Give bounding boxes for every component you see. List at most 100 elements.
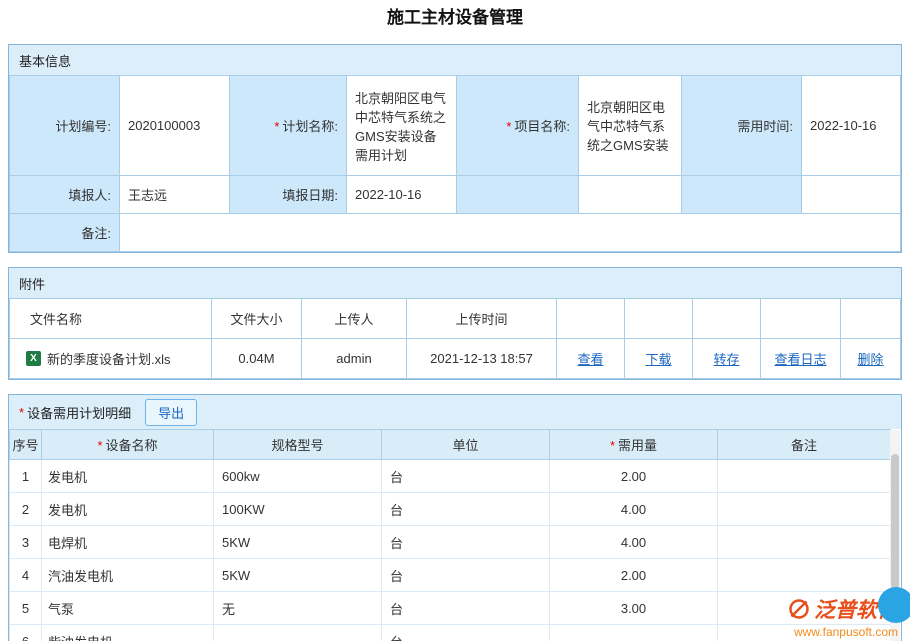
basic-info-panel: 基本信息 计划编号: 2020100003 *计划名称: 北京朝阳区电气 [8, 44, 902, 253]
plan-name-value: 北京朝阳区电气中芯特气系统之GMS安装设备需用计划 [347, 76, 457, 176]
device-row: 2 发电机 100KW 台 4.00 [10, 493, 891, 526]
device-remark [718, 460, 891, 493]
device-name: 汽油发电机 [42, 559, 214, 592]
attachments-header-row: 文件名称 文件大小 上传人 上传时间 [10, 299, 901, 339]
equipment-detail-table: 序号 *设备名称 规格型号 单位 *需用量 备注 1 发电机 600kw [9, 429, 891, 641]
device-name: 气泵 [42, 592, 214, 625]
device-unit: 台 [382, 526, 550, 559]
remark-value [120, 214, 901, 252]
project-name-label: *项目名称: [457, 76, 579, 176]
device-unit: 台 [382, 559, 550, 592]
device-remark [718, 493, 891, 526]
device-qty: 3.00 [550, 592, 718, 625]
device-unit: 台 [382, 493, 550, 526]
file-size-cell: 0.04M [212, 339, 302, 379]
device-row: 4 汽油发电机 5KW 台 2.00 [10, 559, 891, 592]
action-cell: 删除 [841, 339, 901, 379]
need-time-value: 2022-10-16 [802, 76, 901, 176]
device-model: 无 [214, 592, 382, 625]
device-unit: 台 [382, 460, 550, 493]
basic-info-section-header: 基本信息 [9, 45, 901, 75]
action-header-cell [693, 299, 761, 339]
basic-info-row-3: 备注: [10, 214, 901, 252]
required-mark: * [610, 438, 615, 453]
device-name: 发电机 [42, 460, 214, 493]
service-float-icon[interactable] [878, 587, 910, 623]
required-mark: * [19, 405, 24, 420]
file-name-header: 文件名称 [10, 299, 212, 339]
view-log-link[interactable]: 查看日志 [774, 352, 826, 367]
project-name-value: 北京朝阳区电气中芯特气系统之GMS安装 [579, 76, 682, 176]
device-model [214, 625, 382, 641]
device-row: 6 柴油发电机 台 [10, 625, 891, 641]
device-qty: 4.00 [550, 526, 718, 559]
device-name: 电焊机 [42, 526, 214, 559]
required-mark: * [274, 119, 279, 134]
unit-header: 单位 [382, 430, 550, 460]
equipment-detail-panel: * 设备需用计划明细 导出 序号 *设备名称 规格型号 单位 *需用量 [8, 394, 902, 641]
plan-no-value: 2020100003 [120, 76, 230, 176]
upload-time-header: 上传时间 [407, 299, 557, 339]
delete-link[interactable]: 删除 [857, 352, 883, 367]
model-header: 规格型号 [214, 430, 382, 460]
empty-value-cell [579, 176, 682, 214]
device-row: 1 发电机 600kw 台 2.00 [10, 460, 891, 493]
attachments-section-title: 附件 [19, 274, 45, 293]
device-row: 5 气泵 无 台 3.00 [10, 592, 891, 625]
plan-name-label: *计划名称: [230, 76, 347, 176]
device-model: 5KW [214, 526, 382, 559]
device-unit: 台 [382, 625, 550, 641]
device-remark [718, 559, 891, 592]
action-cell: 查看 [557, 339, 625, 379]
empty-label-cell [682, 176, 802, 214]
device-model: 600kw [214, 460, 382, 493]
device-unit: 台 [382, 592, 550, 625]
row-no: 4 [10, 559, 42, 592]
attachment-row: X 新的季度设备计划.xls 0.04M admin 2021-12-13 18… [10, 339, 901, 379]
basic-info-row-1: 计划编号: 2020100003 *计划名称: 北京朝阳区电气中芯特气系统之GM… [10, 76, 901, 176]
save-as-link[interactable]: 转存 [713, 352, 739, 367]
uploader-header: 上传人 [302, 299, 407, 339]
action-header-cell [557, 299, 625, 339]
required-mark: * [506, 119, 511, 134]
basic-info-row-2: 填报人: 王志远 填报日期: 2022-10-16 [10, 176, 901, 214]
device-name-header: *设备名称 [42, 430, 214, 460]
fanpu-logo-icon [788, 598, 810, 620]
device-qty [550, 625, 718, 641]
report-date-label: 填报日期: [230, 176, 347, 214]
attachments-table: 文件名称 文件大小 上传人 上传时间 X 新的季度设备计划.xls [9, 298, 901, 379]
action-header-cell [841, 299, 901, 339]
brand-watermark: 泛普软件 www.fanpusoft.com [788, 594, 898, 639]
need-time-label: 需用时间: [682, 76, 802, 176]
device-name: 柴油发电机 [42, 625, 214, 641]
qty-header: *需用量 [550, 430, 718, 460]
action-header-cell [625, 299, 693, 339]
device-qty: 4.00 [550, 493, 718, 526]
action-cell: 转存 [693, 339, 761, 379]
download-link[interactable]: 下载 [645, 352, 671, 367]
export-button[interactable]: 导出 [145, 399, 197, 426]
row-no: 5 [10, 592, 42, 625]
empty-value-cell [802, 176, 901, 214]
action-cell: 下载 [625, 339, 693, 379]
remark-label: 备注: [10, 214, 120, 252]
basic-info-section-title: 基本信息 [19, 51, 71, 70]
device-model: 5KW [214, 559, 382, 592]
scrollbar-thumb[interactable] [891, 454, 899, 589]
no-header: 序号 [10, 430, 42, 460]
uploader-cell: admin [302, 339, 407, 379]
action-header-cell [761, 299, 841, 339]
empty-label-cell [457, 176, 579, 214]
report-date-value: 2022-10-16 [347, 176, 457, 214]
plan-no-label: 计划编号: [10, 76, 120, 176]
row-no: 2 [10, 493, 42, 526]
row-no: 6 [10, 625, 42, 641]
device-model: 100KW [214, 493, 382, 526]
device-row: 3 电焊机 5KW 台 4.00 [10, 526, 891, 559]
detail-header-row: 序号 *设备名称 规格型号 单位 *需用量 备注 [10, 430, 891, 460]
view-link[interactable]: 查看 [577, 352, 603, 367]
attachments-panel: 附件 文件名称 文件大小 上传人 上传时间 [8, 267, 902, 380]
detail-section-header: * 设备需用计划明细 导出 [9, 395, 901, 429]
device-name: 发电机 [42, 493, 214, 526]
detail-section-title: 设备需用计划明细 [27, 403, 131, 422]
